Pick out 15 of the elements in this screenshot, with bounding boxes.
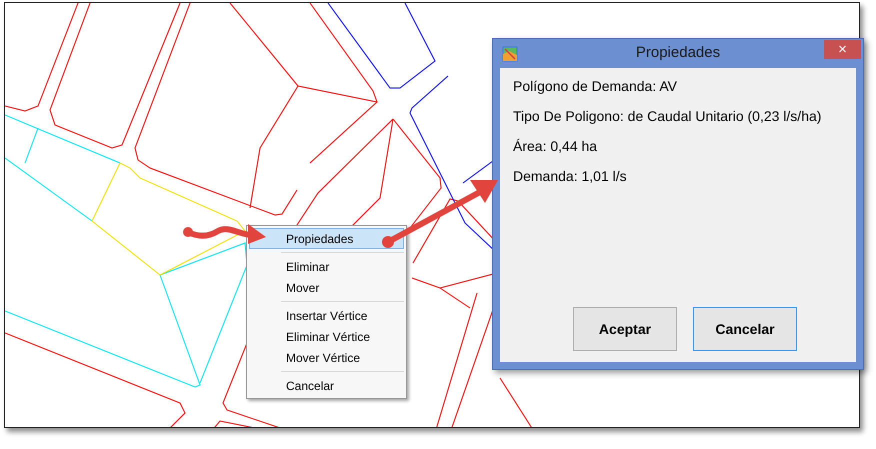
- menu-item[interactable]: Eliminar Vértice: [249, 326, 404, 347]
- close-button[interactable]: ×: [824, 40, 861, 59]
- map-icon: [502, 46, 518, 62]
- dialog-button[interactable]: Aceptar: [573, 307, 677, 351]
- property-text: Tipo De Poligono: de Caudal Unitario (0,23 l/s/ha): [513, 107, 822, 125]
- window-title: Propiedades: [636, 43, 720, 64]
- property-text: Área: 0,44 ha: [513, 137, 598, 155]
- dialog-button[interactable]: Cancelar: [693, 307, 797, 351]
- property-text: Polígono de Demanda: AV: [513, 77, 678, 95]
- property-text: Demanda: 1,01 l/s: [513, 167, 628, 185]
- menu-item[interactable]: Mover Vértice: [249, 347, 404, 368]
- menu-item[interactable]: Mover: [249, 277, 404, 298]
- menu-item[interactable]: Cancelar: [249, 375, 404, 396]
- menu-item[interactable]: Eliminar: [249, 256, 404, 277]
- menu-item[interactable]: Insertar Vértice: [249, 305, 404, 326]
